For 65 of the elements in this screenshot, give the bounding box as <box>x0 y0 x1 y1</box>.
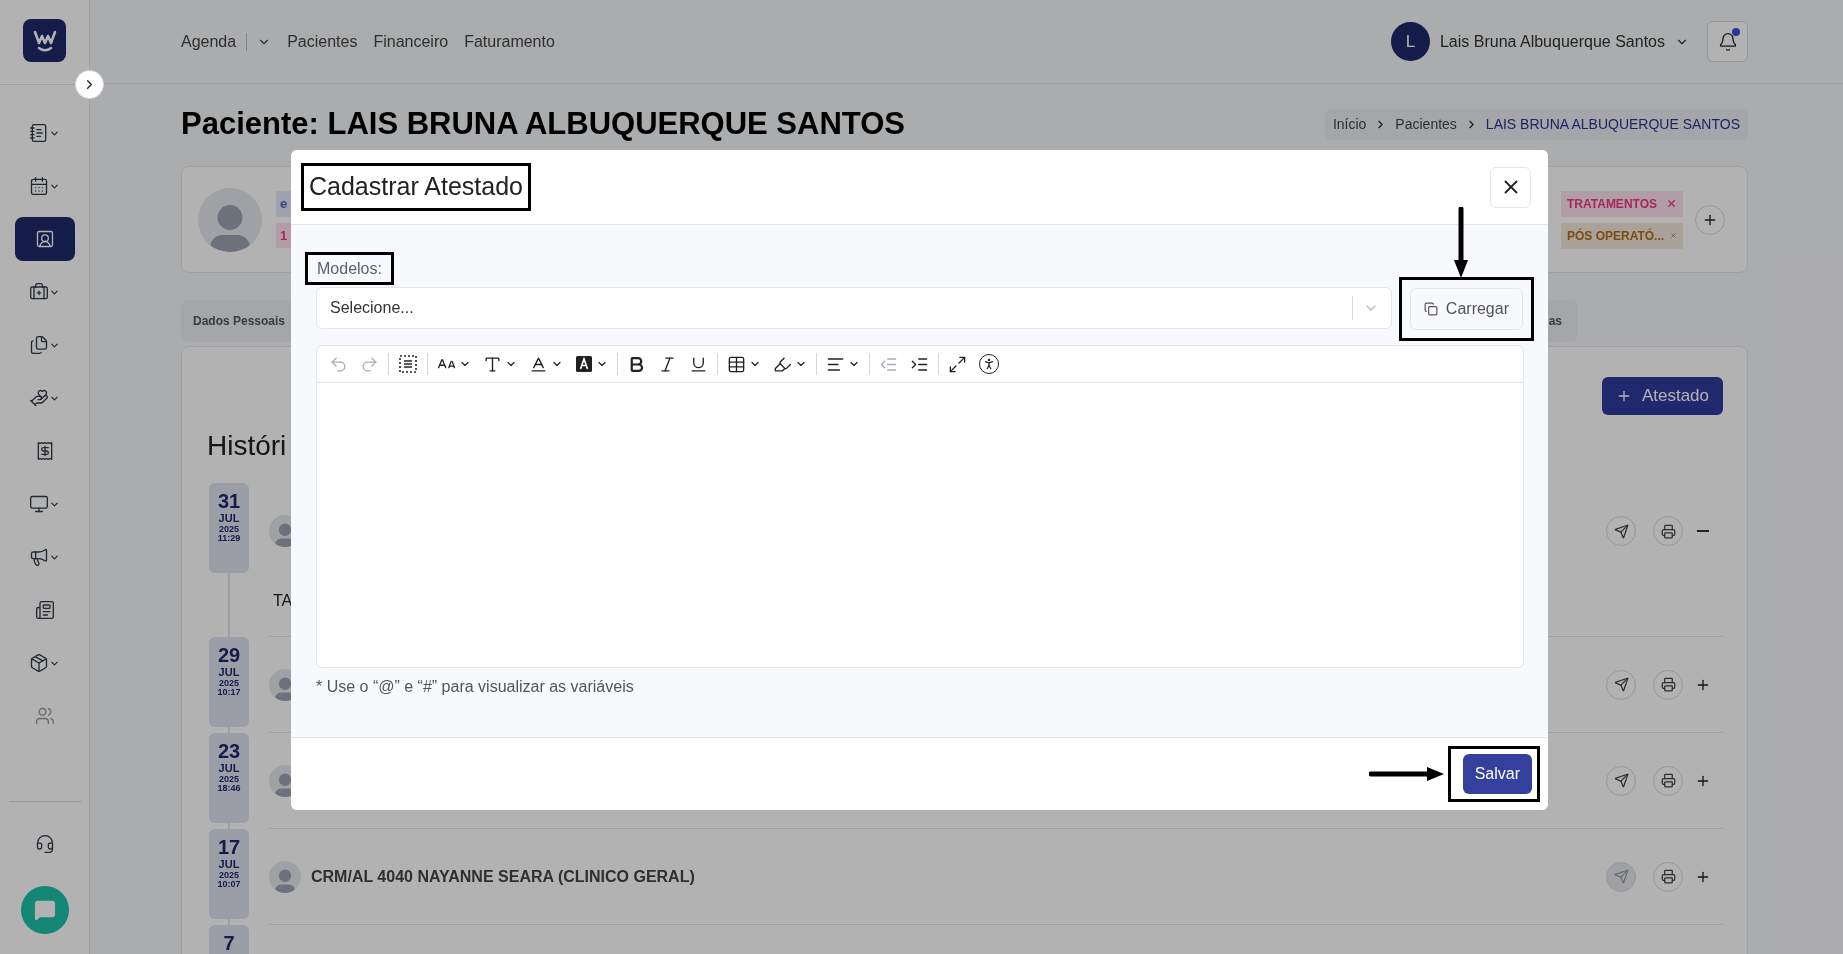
entry-text: TA <box>273 591 294 611</box>
date-badge: 17 JUL 2025 10:07 <box>209 829 249 919</box>
logo-icon <box>23 19 66 62</box>
table-icon <box>727 354 746 374</box>
breadcrumb-link[interactable]: Início <box>1332 113 1367 135</box>
monitor-icon <box>29 494 49 514</box>
user-menu[interactable]: L Lais Bruna Albuquerque Santos <box>1390 22 1689 61</box>
models-select[interactable]: Selecione... <box>316 287 1392 329</box>
calendar-icon <box>29 176 49 196</box>
user-name: Lais Bruna Albuquerque Santos <box>1439 31 1665 52</box>
user-avatar: L <box>1390 22 1430 61</box>
send-icon <box>1613 677 1629 692</box>
notebook-icon <box>29 123 49 143</box>
close-button[interactable] <box>1490 166 1531 208</box>
notifications-button[interactable] <box>1707 21 1748 62</box>
tag: PÓS OPERATÓ... <box>1561 222 1683 249</box>
background-color-icon <box>575 355 593 373</box>
save-button[interactable]: Salvar <box>1462 754 1532 794</box>
date-badge: 23 JUL 2025 18:46 <box>209 733 249 823</box>
doctor-name: CRM/AL 4040 NAYANNE SEARA (CLINICO GERAL) <box>311 866 695 887</box>
files-icon <box>29 335 49 355</box>
date-badge: 31 JUL 2025 11:29 <box>209 483 249 573</box>
megaphone-icon <box>29 547 49 567</box>
sidebar-item[interactable] <box>14 217 75 261</box>
remove-icon[interactable] <box>1666 198 1677 209</box>
date-badge: 29 JUL 2025 10:17 <box>209 637 249 727</box>
printer-icon <box>1660 773 1676 788</box>
bell-icon <box>1717 31 1738 52</box>
headset-icon <box>34 834 55 854</box>
nav-link[interactable]: Faturamento <box>464 29 555 54</box>
nav-link[interactable]: Agenda <box>181 29 237 54</box>
nav-link[interactable]: Financeiro <box>373 29 449 54</box>
send-icon <box>1613 523 1629 539</box>
font-format-icon <box>483 354 502 374</box>
send-icon <box>1613 869 1629 884</box>
hand-heart-icon <box>29 388 49 408</box>
box-icon <box>29 653 49 673</box>
doctor-avatar <box>269 860 301 893</box>
select-all-icon <box>398 354 418 374</box>
add-certificate-button[interactable]: Atestado <box>1601 377 1723 415</box>
load-button[interactable]: Carregar <box>1409 288 1523 330</box>
minus-icon <box>1697 530 1709 532</box>
history-title: Históri <box>207 429 288 463</box>
nav-link[interactable]: Pacientes <box>287 29 358 54</box>
page-title: Paciente: LAIS BRUNA ALBUQUERQUE SANTOS <box>181 104 905 143</box>
tab[interactable]: as <box>1548 312 1562 330</box>
font-color-icon <box>529 354 548 374</box>
tab[interactable]: Dados Pessoais <box>193 312 286 330</box>
fullscreen-icon <box>948 354 967 374</box>
chat-bubble-icon <box>33 899 56 921</box>
tag: TRATAMENTOS <box>1561 190 1683 217</box>
breadcrumb-link[interactable]: LAIS BRUNA ALBUQUERQUE SANTOS <box>1485 113 1740 135</box>
breadcrumb-link[interactable]: Pacientes <box>1395 113 1457 135</box>
contact-card-icon <box>34 229 55 249</box>
copy-icon <box>1423 302 1438 316</box>
medical-kit-icon <box>29 282 49 302</box>
printer-icon <box>1660 869 1676 884</box>
italic-icon <box>658 354 677 374</box>
newspaper-icon <box>34 600 55 620</box>
printer-icon <box>1660 677 1676 692</box>
printer-icon <box>1660 523 1676 539</box>
send-icon <box>1613 773 1629 788</box>
date-badge: 7 <box>209 925 249 954</box>
editor-hint: * Use o “@” e “#” para visualizar as variáveis <box>316 677 635 697</box>
models-label: Modelos: <box>317 258 382 279</box>
